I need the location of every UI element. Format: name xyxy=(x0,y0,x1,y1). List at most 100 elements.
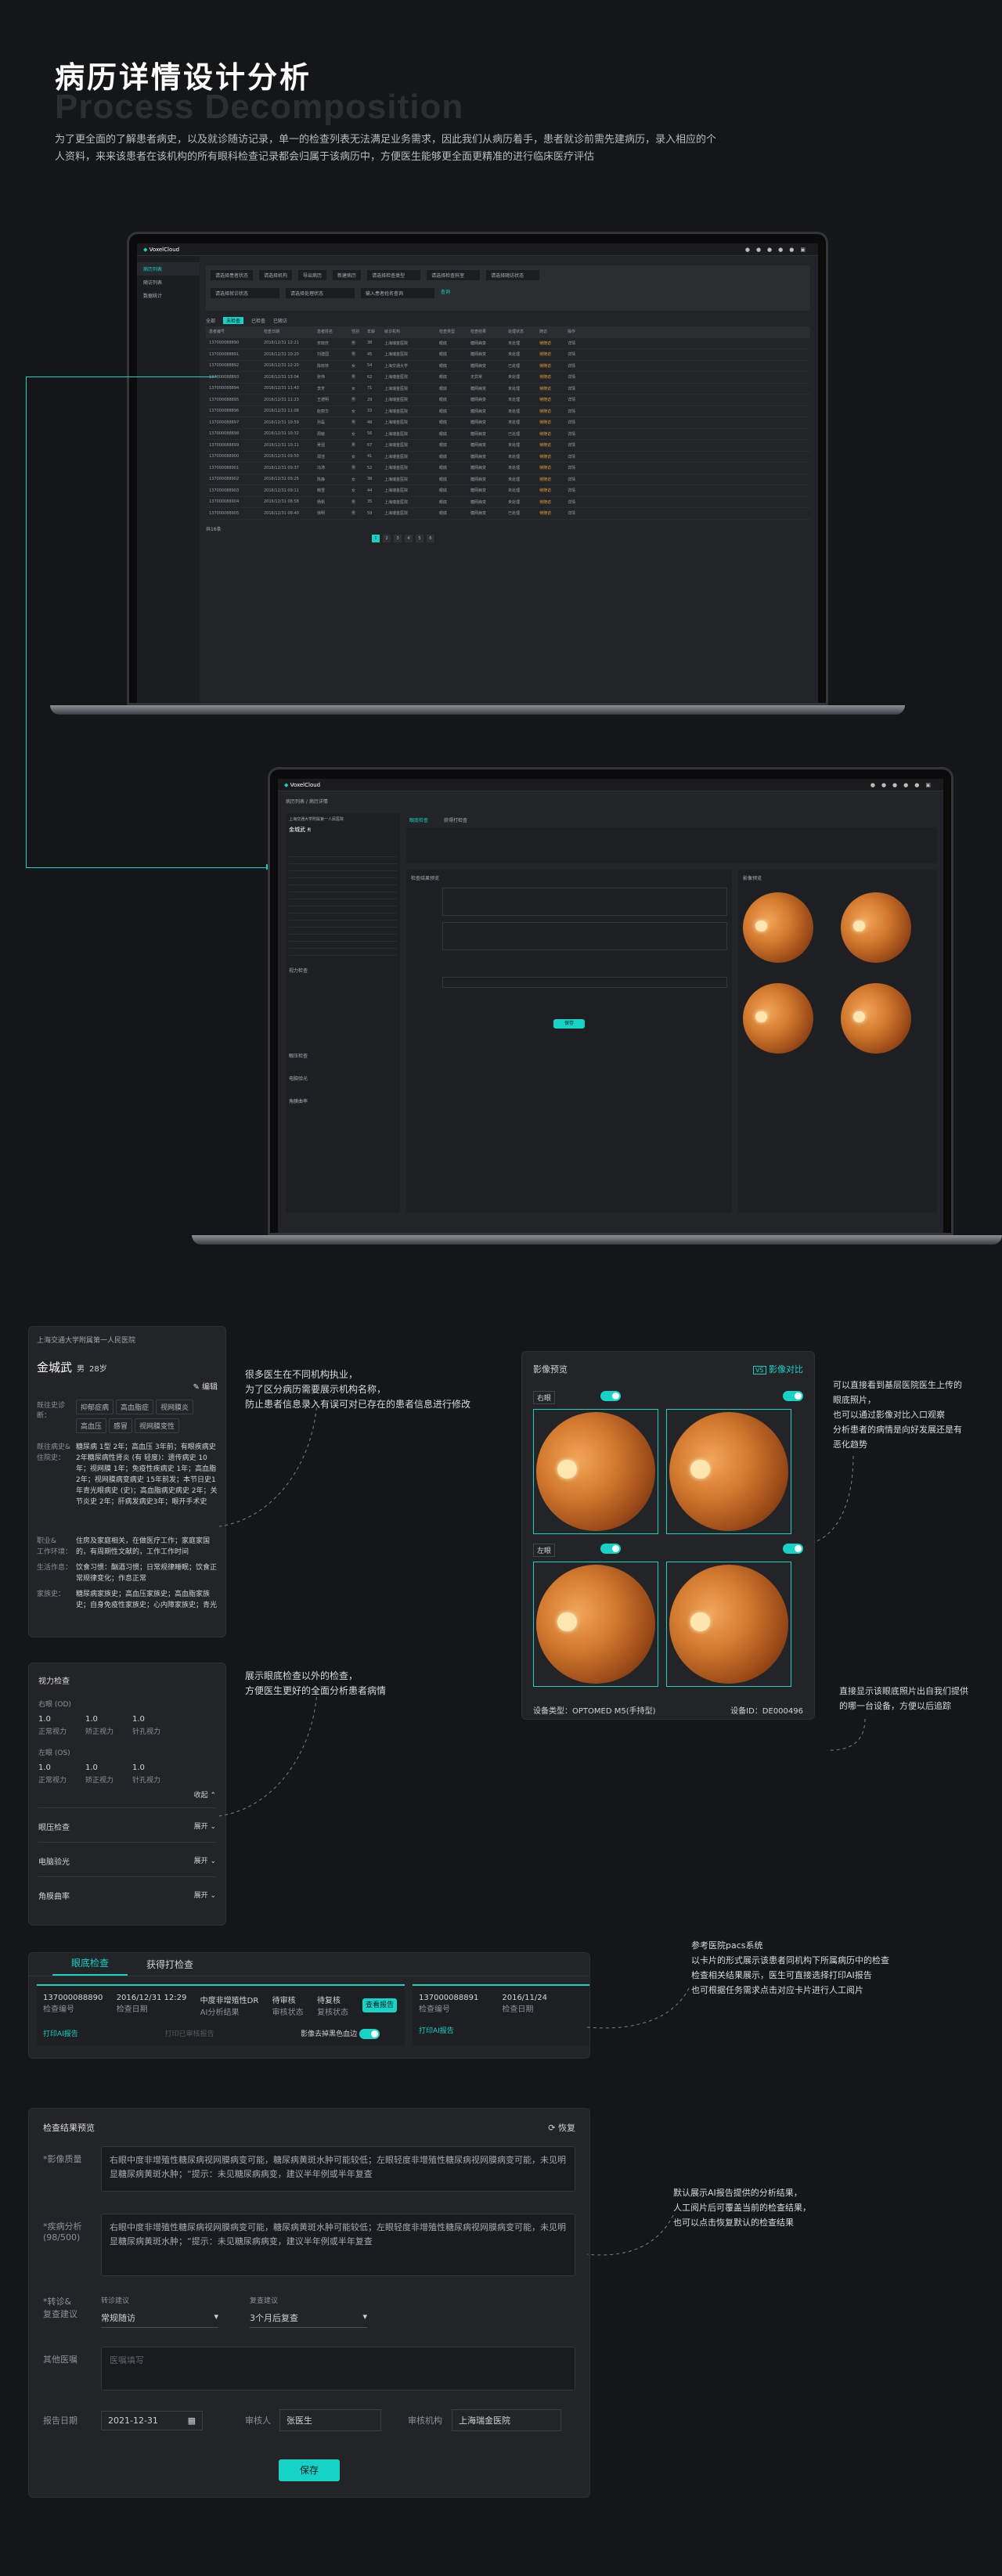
toggle-switch[interactable] xyxy=(600,1391,621,1401)
filter-followup[interactable]: 请选择随访状态 xyxy=(486,270,540,280)
quality-textarea[interactable]: 右眼中度非增殖性糖尿病视网膜病变可能，糖尿病黄斑水肿可能较低；左眼轻度非增殖性糖… xyxy=(101,2146,575,2192)
fundus-image[interactable] xyxy=(743,983,813,1054)
date-input[interactable]: 2021-12-31 ▦ xyxy=(101,2410,203,2430)
tab-fundus-exam[interactable]: 眼底检查 xyxy=(52,1956,128,1976)
table-cell[interactable]: 详情 xyxy=(564,477,588,482)
tab-fundus[interactable]: 眼底检查 xyxy=(409,816,428,823)
page-button[interactable]: 1 xyxy=(372,535,380,542)
filter-handle[interactable]: 请选择处理状态 xyxy=(286,288,355,298)
fundus-image[interactable] xyxy=(743,892,813,963)
filter-status[interactable]: 请选择患者状态 xyxy=(211,270,254,280)
topbar-icons[interactable]: ●●●●●▣ xyxy=(870,782,937,788)
filter-dept[interactable]: 请选择检查科室 xyxy=(427,270,481,280)
table-cell[interactable]: 详情 xyxy=(564,488,588,493)
fundus-image[interactable] xyxy=(841,892,911,963)
page-button[interactable]: 5 xyxy=(416,535,424,542)
recheck-select[interactable]: 3个月后复查 ▾ xyxy=(250,2308,367,2328)
filter-visit[interactable]: 请选择就诊状态 xyxy=(211,288,280,298)
print-report-link[interactable]: 打印已审核报告 xyxy=(164,2028,214,2039)
table-cell[interactable]: 详情 xyxy=(564,340,588,346)
table-row[interactable]: 137000088899 2016/12/31 10:11 吴强 男 67 上海瑞金医院 眼… xyxy=(206,440,810,452)
table-row[interactable]: 137000088896 2016/12/31 11:08 赵丽华 女 33 上海瑞金医院… xyxy=(206,406,810,417)
table-cell[interactable]: 详情 xyxy=(564,420,588,425)
new-record-button[interactable]: 新建病历 xyxy=(333,270,362,280)
page-button[interactable]: 2 xyxy=(383,535,391,542)
topbar-icons[interactable]: ●●●●●▣ xyxy=(745,247,812,253)
table-cell[interactable]: 详情 xyxy=(564,465,588,470)
fundus-frame[interactable] xyxy=(533,1409,658,1534)
table-row[interactable]: 137000088903 2016/12/31 09:11 韩雪 女 44 上海瑞金医院 眼… xyxy=(206,485,810,497)
fundus-frame[interactable] xyxy=(666,1409,791,1534)
table-cell[interactable]: 详情 xyxy=(564,351,588,357)
table-row[interactable]: 137000088891 2016/12/31 10:20 刘建国 男 45 上海瑞金医院… xyxy=(206,349,810,361)
other-textarea[interactable]: 医嘱填写 xyxy=(101,2347,575,2390)
table-cell[interactable]: 详情 xyxy=(564,374,588,380)
fundus-frame[interactable] xyxy=(533,1562,658,1687)
page-button[interactable]: 6 xyxy=(427,535,434,542)
fundus-image[interactable] xyxy=(841,983,911,1054)
table-row[interactable]: 137000088901 2016/12/31 09:37 冯涛 男 52 上海瑞金医院 眼… xyxy=(206,463,810,474)
table-cell[interactable]: 详情 xyxy=(564,442,588,448)
table-row[interactable]: 137000088893 2016/12/31 13:04 张伟男 62 上海瑞金医院眼… xyxy=(206,372,810,384)
reviewer-input[interactable]: 张医生 xyxy=(279,2409,381,2431)
tab-other[interactable]: 获得打检查 xyxy=(444,816,467,823)
mini-iop[interactable]: 眼压检查 xyxy=(289,1053,397,1060)
mini-ref[interactable]: 电脑验光 xyxy=(289,1075,397,1083)
keratometry-row[interactable]: 角膜曲率 展开 ⌄ xyxy=(38,1890,216,1901)
table-row[interactable]: 137000088894 2016/12/31 11:43 李芳 女 71 上海瑞金医院 眼… xyxy=(206,384,810,395)
sidebar-item-list[interactable]: 病历列表 xyxy=(137,262,200,276)
print-ai-report-link[interactable]: 打印AI报告 xyxy=(43,2028,78,2039)
org-input[interactable]: 上海瑞金医院 xyxy=(452,2409,561,2431)
tab-checked[interactable]: 已检查 xyxy=(251,317,265,324)
table-cell[interactable]: 详情 xyxy=(564,431,588,437)
analysis-textarea[interactable]: 右眼中度非增殖性糖尿病视网膜病变可能，糖尿病黄斑水肿可能较低；左眼轻度非增殖性糖… xyxy=(101,2214,575,2276)
table-row[interactable]: 137000088890 2016/12/31 12:21 宋晓庆 男 38 上海瑞金医院… xyxy=(206,338,810,349)
tab-all[interactable]: 全部 xyxy=(206,317,215,324)
toggle-switch[interactable] xyxy=(782,1391,803,1401)
table-row[interactable]: 137000088892 2016/12/31 12:20 陈晓林 女 54 上海交通大学… xyxy=(206,361,810,372)
image-compare-button[interactable]: VS 影像对比 xyxy=(752,1363,803,1375)
page-button[interactable]: 3 xyxy=(394,535,402,542)
tab-unchecked[interactable]: 未检查 xyxy=(223,317,244,324)
restore-button[interactable]: ⟳ 恢复 xyxy=(548,2121,575,2134)
table-row[interactable]: 137000088905 2016/12/31 08:40 徐明 男 59 上海瑞金医院 眼… xyxy=(206,508,810,520)
save-button[interactable]: 保存 xyxy=(279,2459,340,2481)
table-cell[interactable]: 详情 xyxy=(564,386,588,391)
table-row[interactable]: 137000088895 2016/12/31 11:23 王德明 男 29 上海瑞金医院… xyxy=(206,395,810,406)
view-report-button[interactable]: 查看报告 xyxy=(362,1998,397,2012)
table-row[interactable]: 137000088897 2016/12/31 10:59 孙磊 男 48 上海瑞金医院 眼… xyxy=(206,417,810,429)
exam-card[interactable]: 137000088891 检查编号 2016/11/24 检查日期 打印AI报告 xyxy=(413,1984,589,2045)
fundus-frame[interactable] xyxy=(666,1562,791,1687)
table-cell[interactable]: 详情 xyxy=(564,499,588,505)
tab-other-exam[interactable]: 获得打检查 xyxy=(128,1958,212,1976)
toggle-switch[interactable] xyxy=(600,1544,621,1554)
table-row[interactable]: 137000088898 2016/12/31 10:32 周敏 女 56 上海瑞金医院 眼… xyxy=(206,429,810,440)
table-row[interactable]: 137000088902 2016/12/31 09:25 陈静 女 38 上海瑞金医院 眼… xyxy=(206,474,810,485)
mini-save-button[interactable]: 保存 xyxy=(553,1019,585,1029)
tab-followed[interactable]: 已随访 xyxy=(273,317,287,324)
iop-row[interactable]: 眼压检查 展开 ⌄ xyxy=(38,1821,216,1832)
sidebar-item-followup[interactable]: 随访列表 xyxy=(137,276,200,289)
toggle-switch[interactable] xyxy=(782,1544,803,1554)
edit-button[interactable]: ✎ 编辑 xyxy=(37,1380,218,1392)
print-ai-report-link-2[interactable]: 打印AI报告 xyxy=(419,2025,589,2035)
referral-select[interactable]: 常规随访 ▾ xyxy=(101,2308,218,2328)
table-cell[interactable]: 详情 xyxy=(564,397,588,402)
mini-kera[interactable]: 角膜曲率 xyxy=(289,1098,397,1105)
table-cell[interactable]: 详情 xyxy=(564,409,588,414)
refraction-row[interactable]: 电脑验光 展开 ⌄ xyxy=(38,1855,216,1867)
search-button[interactable]: 查询 xyxy=(441,288,450,298)
table-cell[interactable]: 详情 xyxy=(564,363,588,369)
sidebar-item-stats[interactable]: 数据统计 xyxy=(137,289,200,302)
remove-border-toggle[interactable]: 影像去掉黑色血边 xyxy=(301,2028,380,2039)
filter-exam-type[interactable]: 请选择检查类型 xyxy=(367,270,421,280)
table-row[interactable]: 137000088904 2016/12/31 08:58 杨帆 男 35 上海瑞金医院 眼… xyxy=(206,497,810,508)
export-button[interactable]: 导出病历 xyxy=(298,270,327,280)
table-cell[interactable]: 详情 xyxy=(564,510,588,516)
page-button[interactable]: 4 xyxy=(405,535,413,542)
table-row[interactable]: 137000088900 2016/12/31 09:50 郑洁 女 41 上海瑞金医院 眼… xyxy=(206,452,810,463)
filter-org[interactable]: 请选择机构 xyxy=(259,270,293,280)
vision-collapse[interactable]: 收起 ⌃ xyxy=(38,1789,216,1800)
search-input[interactable]: 输入患者姓名查询 xyxy=(361,288,435,298)
exam-card[interactable]: 137000088890 检查编号 2016/12/31 12:29 检查日期 中度… xyxy=(37,1984,405,2045)
